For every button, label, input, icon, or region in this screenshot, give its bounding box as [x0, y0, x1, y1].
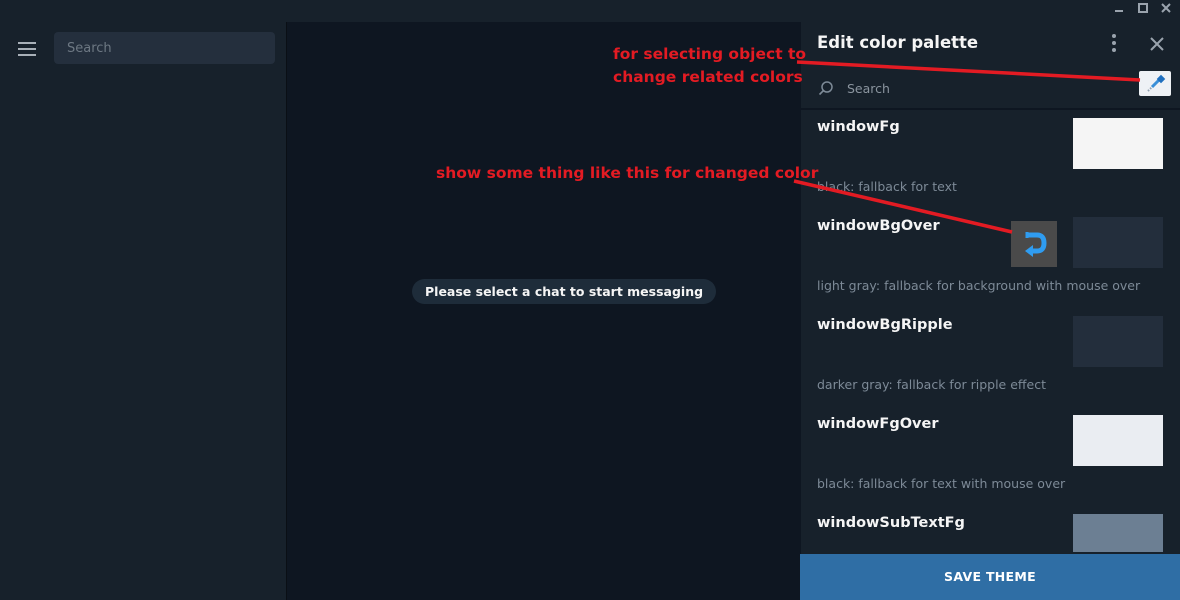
color-row-windowFg[interactable]: windowFg black: fallback for text [801, 110, 1180, 209]
color-row-windowBgOver[interactable]: windowBgOver light gray: fallback for ba… [801, 209, 1180, 308]
annotation-picker-note: for selecting object to change related c… [613, 45, 807, 86]
color-description: darker gray: fallback for ripple effect [817, 377, 1046, 392]
empty-chat-message: Please select a chat to start messaging [412, 279, 717, 304]
annotation-changed-note: show some thing like this for changed co… [436, 164, 819, 182]
maximize-icon[interactable] [1135, 3, 1151, 19]
more-vertical-icon[interactable] [1107, 34, 1121, 54]
color-row-windowSubTextFg[interactable]: windowSubTextFg [801, 506, 1180, 552]
color-swatch[interactable] [1073, 118, 1163, 169]
color-name: windowFgOver [817, 416, 939, 432]
chat-list-pane [0, 22, 286, 600]
eyedropper-button[interactable] [1139, 71, 1171, 96]
chat-area [287, 22, 800, 600]
search-icon [818, 80, 834, 96]
close-window-icon[interactable] [1158, 3, 1174, 19]
eyedropper-icon [1147, 74, 1166, 92]
palette-search-input[interactable] [847, 77, 1117, 99]
color-name: windowSubTextFg [817, 515, 965, 531]
color-description: light gray: fallback for background with… [817, 278, 1141, 293]
color-list[interactable]: windowFg black: fallback for text window… [801, 110, 1180, 552]
color-description: black: fallback for text [817, 179, 957, 194]
color-swatch[interactable] [1073, 415, 1163, 466]
color-name: windowBgOver [817, 218, 940, 234]
color-description: black: fallback for text with mouse over [817, 476, 1066, 491]
color-swatch[interactable] [1073, 316, 1163, 367]
color-row-windowBgRipple[interactable]: windowBgRipple darker gray: fallback for… [801, 308, 1180, 407]
color-name: windowFg [817, 119, 900, 135]
panel-title: Edit color palette [817, 33, 979, 52]
close-icon[interactable] [1147, 34, 1167, 54]
color-swatch[interactable] [1073, 217, 1163, 268]
save-theme-button[interactable]: SAVE THEME [800, 554, 1180, 600]
title-bar [0, 0, 1180, 22]
color-palette-panel: Edit color palette windowFg black: fallb… [801, 22, 1180, 600]
search-input[interactable] [54, 32, 275, 64]
color-row-windowFgOver[interactable]: windowFgOver black: fallback for text wi… [801, 407, 1180, 506]
hamburger-menu-icon[interactable] [18, 42, 36, 56]
minimize-icon[interactable] [1111, 3, 1127, 19]
reset-arrow-icon[interactable] [1011, 221, 1057, 267]
color-swatch[interactable] [1073, 514, 1163, 552]
color-name: windowBgRipple [817, 317, 953, 333]
